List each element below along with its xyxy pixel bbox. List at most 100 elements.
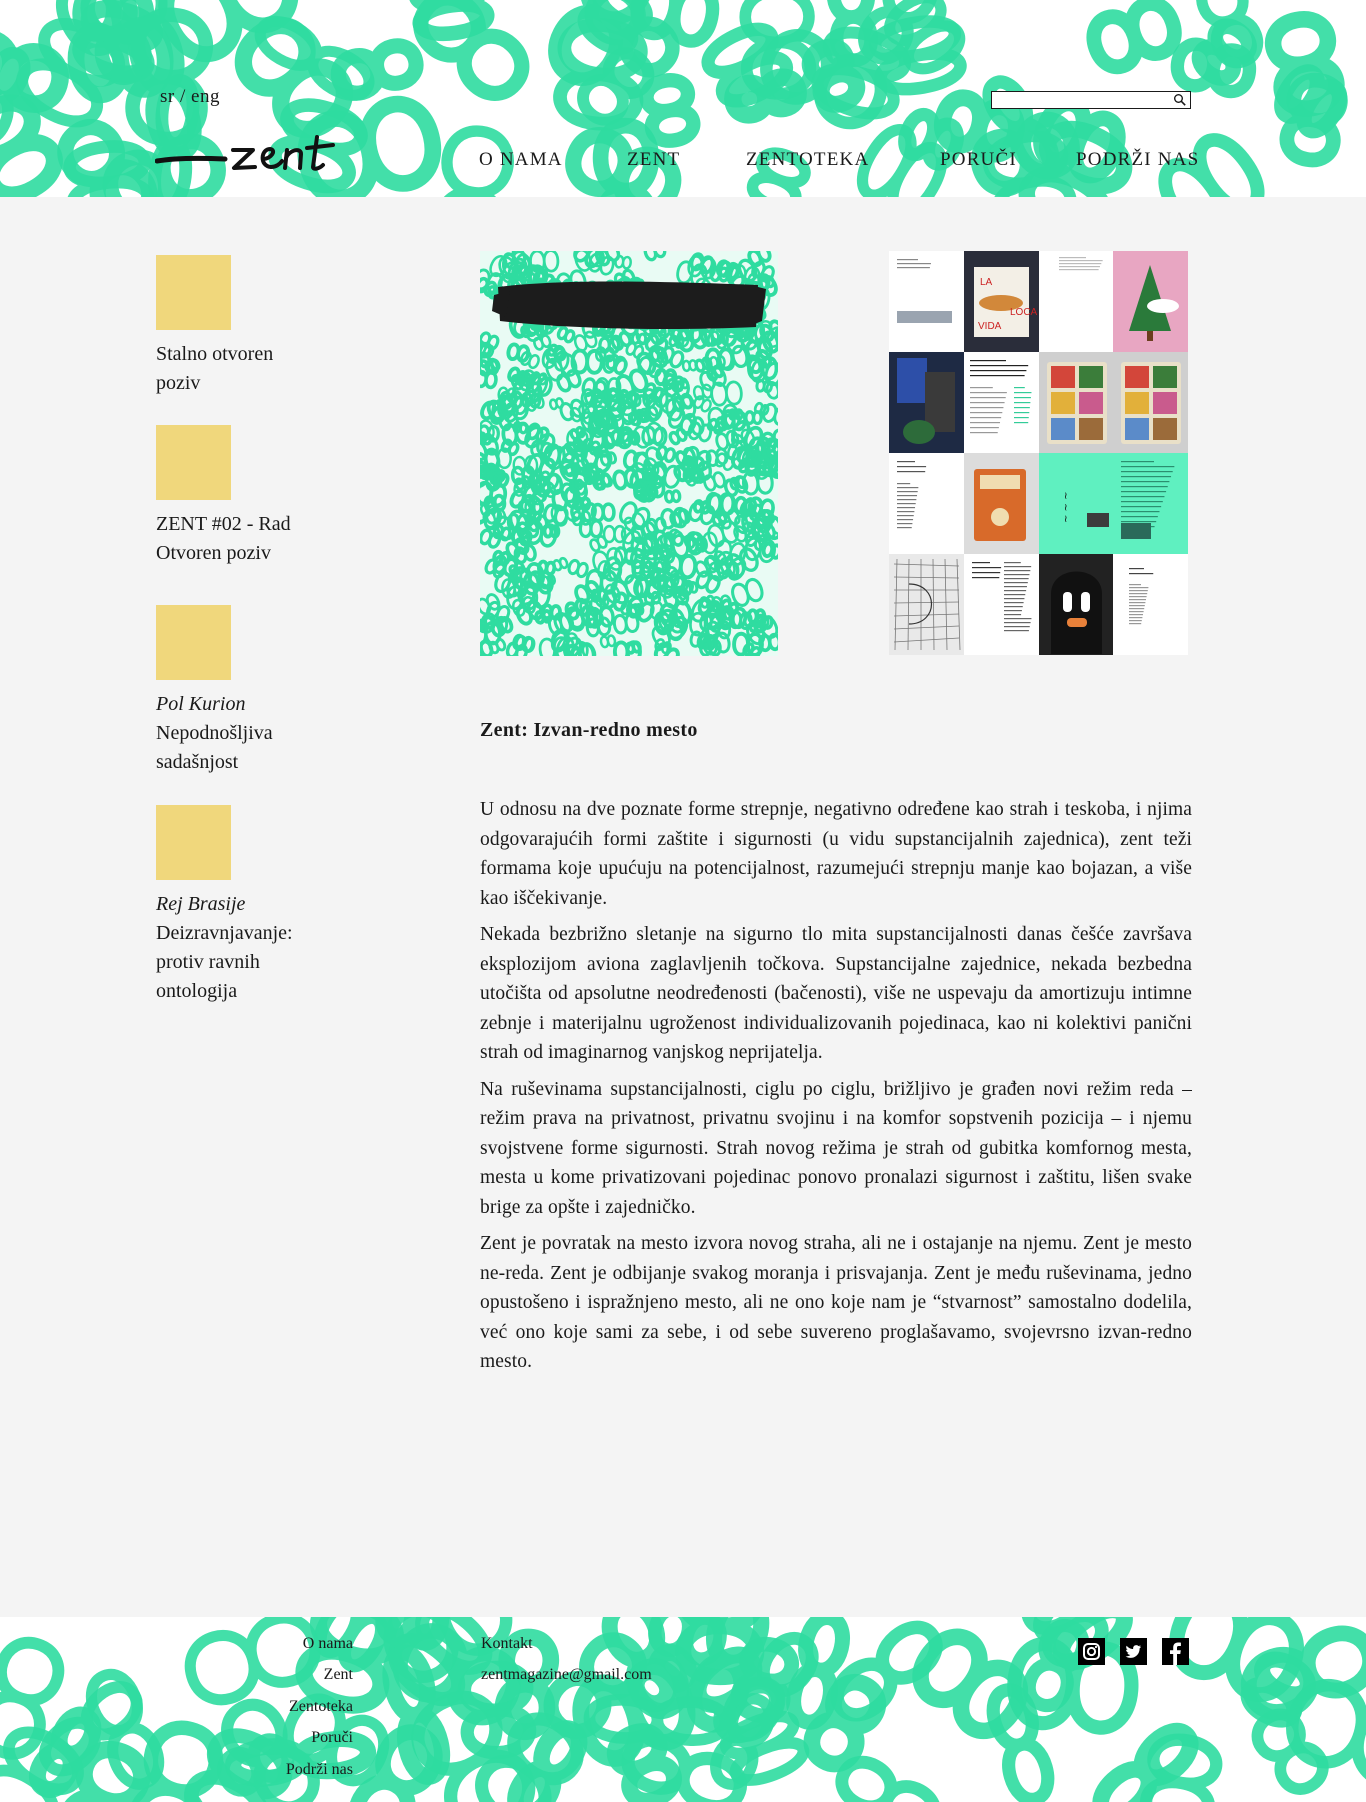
gallery-thumbnail-art [897,259,952,323]
thumbnail-shape [1003,630,1029,632]
gallery-thumbnail[interactable] [1113,352,1188,453]
thumbnail-shape [1129,605,1146,607]
thumbnail-shape [1086,513,1109,527]
sidebar-item-title[interactable]: ZENT #02 - Rad [156,510,336,539]
gallery-thumbnail[interactable] [889,554,964,655]
thumbnail-shape [971,567,1001,569]
gallery-thumbnail-art [1046,362,1107,444]
thumbnail-shape [1147,331,1154,341]
sidebar-thumbnail[interactable] [156,805,231,880]
footer-link-o-nama[interactable]: O nama [303,1635,353,1653]
thumbnail-shape [1121,501,1164,503]
sidebar-item-author[interactable]: Rej Brasije [156,890,336,919]
thumbnail-shape [1003,574,1030,576]
scribble-stroke [413,0,530,101]
thumbnail-shape [1058,263,1101,265]
nav-poruci[interactable]: PORUČI [940,149,1017,171]
gallery-thumbnail-art: ~ ~ ~ [1061,492,1109,527]
thumbnail-shape [897,515,914,517]
thumbnail-shape [1003,606,1023,608]
thumbnail-shape [1003,586,1027,588]
footer-link-zent[interactable]: Zent [324,1666,353,1684]
gallery-thumbnail[interactable] [1038,251,1114,352]
gallery-thumbnail[interactable] [889,453,964,554]
gallery-thumbnail[interactable] [1038,352,1114,453]
sidebar-item-rej-brasije[interactable]: Rej Brasije Deizravnjavanje: protiv ravn… [156,805,336,1006]
sidebar-item-author[interactable]: Pol Kurion [156,690,336,719]
thumbnail-shape [1050,418,1075,440]
sidebar-item-pol-kurion[interactable]: Pol Kurion Nepodnošljiva sadašnjost [156,605,336,777]
thumbnail-shape [1003,582,1028,584]
nav-zent[interactable]: ZENT [627,149,680,171]
sidebar-item-zent-02[interactable]: ZENT #02 - Rad Otvoren poziv [156,425,336,568]
search-box [991,91,1191,109]
footer-link-podrzi-nas[interactable]: Podrži nas [286,1761,353,1779]
thumbnail-shape [894,558,898,651]
gallery-thumbnail[interactable] [889,251,964,352]
gallery-thumbnail[interactable] [1038,554,1114,655]
sidebar-item-title[interactable]: Nepodnošljiva [156,719,336,748]
sidebar-item-title[interactable]: poziv [156,369,336,398]
thumbnail-shape [1013,417,1029,419]
facebook-icon[interactable] [1162,1638,1189,1665]
footer-link-zentoteka[interactable]: Zentoteka [289,1698,353,1716]
thumbnail-shape [1013,397,1031,399]
thumbnail-shape [1129,599,1147,601]
thumbnail-shape [907,558,910,651]
thumbnail-shape [1125,392,1150,414]
thumbnail-shape [1129,593,1148,595]
thumbnail-shape [1003,626,1030,628]
gallery-thumbnail[interactable] [963,453,1039,554]
thumbnail-shape [969,387,993,389]
lang-separator: / [179,86,186,107]
gallery-thumbnail[interactable] [963,554,1039,655]
gallery-thumbnail[interactable]: ~ ~ ~ [1038,453,1114,554]
thumbnail-shape: ~ ~ ~ [1061,492,1072,524]
twitter-icon[interactable] [1120,1638,1147,1665]
sidebar-thumbnail[interactable] [156,605,231,680]
gallery-thumbnail[interactable] [1113,453,1188,554]
thumbnail-shape [1129,608,1145,610]
thumbnail-shape [969,417,1001,419]
thumbnail-shape [897,311,952,323]
gallery-thumbnail[interactable] [963,352,1039,453]
thumbnail-shape [1003,594,1026,596]
sidebar-item-title[interactable]: Stalno otvoren [156,340,336,369]
nav-zentoteka[interactable]: ZENTOTEKA [746,149,869,171]
gallery-thumbnail[interactable] [1113,554,1188,655]
thumbnail-shape [1003,610,1022,612]
nav-podrzi-nas[interactable]: PODRŽI NAS [1076,149,1199,171]
sidebar-item-title[interactable]: protiv ravnih [156,948,336,977]
thumbnail-shape [1003,602,1024,604]
lang-eng-link[interactable]: eng [191,86,220,107]
thumbnail-shape [1121,521,1157,523]
thumbnail-shape [897,495,918,497]
gallery-thumbnail-art [973,469,1026,541]
search-input[interactable] [992,94,1168,109]
lang-sr-link[interactable]: sr [160,86,175,107]
footer-link-poruci[interactable]: Poruči [311,1729,353,1747]
sidebar-thumbnail[interactable] [156,255,231,330]
gallery-thumbnail[interactable] [889,352,964,453]
thumbnail-shape [897,263,931,265]
footer-email-link[interactable]: zentmagazine@gmail.com [481,1666,652,1684]
gallery-thumbnail-art [969,360,1032,434]
gallery-thumbnail[interactable]: LA VIDA LOCA [963,251,1039,352]
thumbnail-shape [1121,516,1159,518]
sidebar-item-title[interactable]: ontologija [156,977,336,1006]
sidebar-item-title[interactable]: Otvoren poziv [156,539,336,568]
gallery-thumbnail[interactable] [1113,251,1188,352]
sidebar-item-title[interactable]: sadašnjost [156,748,336,777]
search-icon[interactable] [1173,93,1187,107]
article-paragraph: Na ruševinama supstancijalnosti, ciglu p… [480,1078,1192,1218]
thumbnail-shape [1013,422,1028,424]
nav-o-nama[interactable]: O NAMA [479,149,563,171]
scribble-stroke [330,38,424,101]
gallery-thumbnail-art [1121,362,1182,444]
instagram-icon[interactable] [1078,1638,1105,1665]
sidebar-thumbnail[interactable] [156,425,231,500]
thumbnail-shape [1078,392,1103,414]
sidebar-item-open-call[interactable]: Stalno otvoren poziv [156,255,336,398]
sidebar-item-title[interactable]: Deizravnjavanje: [156,919,336,948]
thumbnail-shape [956,558,961,651]
